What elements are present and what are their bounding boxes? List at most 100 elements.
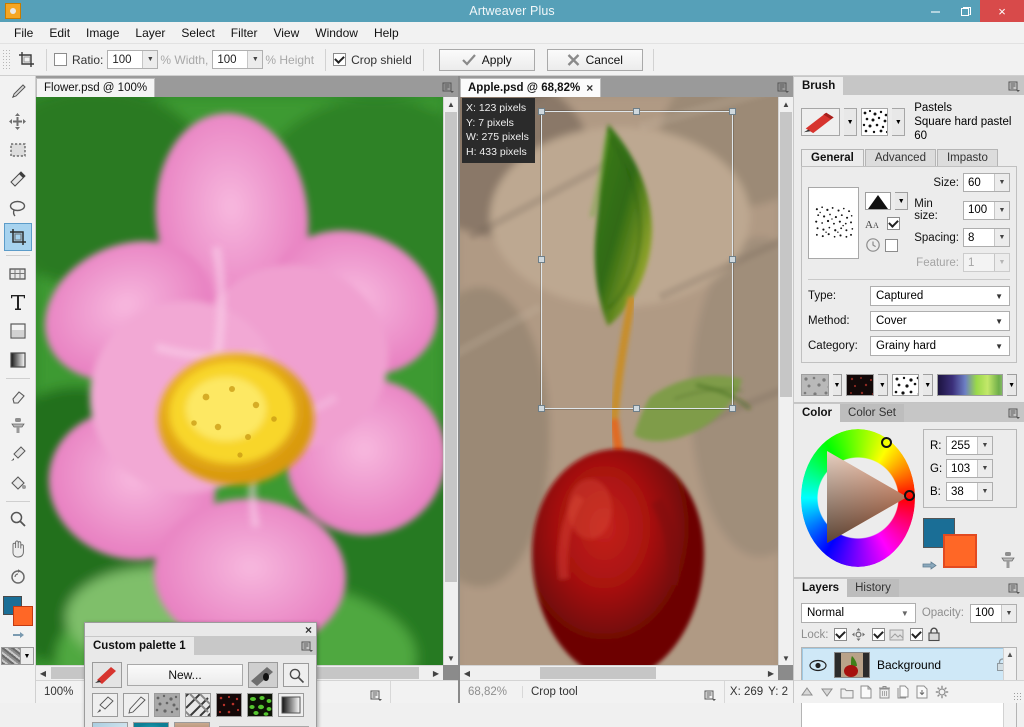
red-field[interactable]: ▼ <box>946 436 993 455</box>
opacity-input[interactable] <box>971 605 1001 622</box>
toolbox-item-move[interactable] <box>4 107 32 135</box>
size-field[interactable]: ▼ <box>963 173 1010 192</box>
menu-layer[interactable]: Layer <box>127 24 173 42</box>
move-down-icon[interactable] <box>820 686 834 698</box>
gradient-swatch[interactable] <box>937 374 1003 396</box>
subtab-general[interactable]: General <box>801 149 864 166</box>
fg-bg-swatches[interactable] <box>923 518 993 570</box>
subtab-impasto[interactable]: Impasto <box>937 149 998 166</box>
close-palette-icon[interactable]: × <box>305 624 312 636</box>
paper-texture-swatch[interactable] <box>248 662 278 688</box>
color-wheel[interactable] <box>801 429 915 567</box>
crop-handle-top-left[interactable] <box>538 108 545 115</box>
tab-color-set[interactable]: Color Set <box>840 404 904 422</box>
chevron-down-icon[interactable]: ▼ <box>142 51 157 68</box>
grain-texture-swatch[interactable] <box>154 693 180 717</box>
toolbox-item-lasso[interactable] <box>4 194 32 222</box>
grain-swatch[interactable] <box>892 374 920 396</box>
maximize-button[interactable] <box>950 0 980 22</box>
canvas-flower[interactable]: ▲ ▼ ◀ ▶ <box>36 97 458 680</box>
lock-transparency-checkbox[interactable] <box>834 628 847 641</box>
menu-select[interactable]: Select <box>173 24 222 42</box>
new-palette-button[interactable]: New... <box>127 664 243 686</box>
shape-chevron-down-icon[interactable]: ▼ <box>895 192 908 210</box>
dark-dots-texture-swatch[interactable] <box>216 693 242 717</box>
scroll-up-icon[interactable]: ▲ <box>779 97 793 111</box>
scroll-up-icon[interactable]: ▲ <box>1004 648 1016 659</box>
ratio-width-field[interactable]: ▼ <box>107 50 158 69</box>
subtab-advanced[interactable]: Advanced <box>865 149 936 166</box>
opacity-field[interactable]: ▼ <box>970 604 1017 623</box>
min-size-field[interactable]: ▼ <box>963 201 1010 220</box>
delete-layer-icon[interactable] <box>878 685 891 699</box>
ratio-height-field[interactable]: ▼ <box>212 50 263 69</box>
toolbox-item-text[interactable] <box>4 288 32 316</box>
size-input[interactable] <box>964 174 994 191</box>
foreground-color-swatch[interactable] <box>13 606 33 626</box>
layer-visibility-eye-icon[interactable] <box>809 659 827 672</box>
toolbox-item-rotate-view[interactable] <box>4 563 32 591</box>
chevron-down-icon[interactable]: ▼ <box>977 483 992 500</box>
toolbox-item-fill[interactable] <box>4 317 32 345</box>
category-dropdown[interactable]: Grainy hard ▼ <box>870 336 1010 356</box>
pattern-chevron-down-icon[interactable]: ▼ <box>878 374 888 396</box>
cancel-button[interactable]: Cancel <box>547 49 643 71</box>
close-button[interactable]: × <box>980 0 1024 22</box>
dark-pattern-swatch[interactable] <box>846 374 874 396</box>
toolbox-item-clone-stamp[interactable] <box>4 411 32 439</box>
duplicate-layer-icon[interactable] <box>897 685 910 699</box>
close-tab-icon[interactable]: × <box>586 81 593 95</box>
crop-handle-top-center[interactable] <box>633 108 640 115</box>
ratio-height-input[interactable] <box>213 51 247 68</box>
toolbox-item-hand[interactable] <box>4 534 32 562</box>
green-input[interactable] <box>947 460 977 477</box>
chevron-down-icon[interactable]: ▼ <box>1001 605 1016 622</box>
canvas-horizontal-scrollbar-right[interactable]: ◀ ▶ <box>460 665 778 680</box>
chevron-down-icon[interactable]: ▼ <box>994 174 1009 191</box>
apply-button[interactable]: Apply <box>439 49 535 71</box>
zoom-level-right[interactable]: 68,82% <box>460 686 522 698</box>
toolbox-item-magic-wand[interactable] <box>4 165 32 193</box>
menu-window[interactable]: Window <box>307 24 366 42</box>
red-input[interactable] <box>947 437 977 454</box>
document-tab-flower[interactable]: Flower.psd @ 100% <box>36 78 155 97</box>
scroll-down-icon[interactable]: ▼ <box>779 651 793 665</box>
lock-position-checkbox[interactable] <box>910 628 923 641</box>
palette-menu-icon[interactable] <box>301 641 313 653</box>
chevron-down-icon[interactable]: ▼ <box>21 647 34 665</box>
tab-menu-icon[interactable] <box>776 81 790 95</box>
foreground-color-swatch[interactable] <box>943 534 977 568</box>
gradient-bw-swatch[interactable] <box>278 693 304 717</box>
chevron-down-icon[interactable]: ▼ <box>977 460 992 477</box>
status-menu-icon[interactable] <box>370 690 382 702</box>
scroll-left-icon[interactable]: ◀ <box>460 666 474 680</box>
chevron-down-icon[interactable]: ▼ <box>247 51 262 68</box>
tab-layers[interactable]: Layers <box>794 579 847 597</box>
crop-handle-middle-left[interactable] <box>538 256 545 263</box>
chevron-down-icon[interactable]: ▼ <box>994 229 1009 246</box>
brush-dropdown-chevron-down-icon[interactable]: ▼ <box>844 108 857 136</box>
spacing-input[interactable] <box>964 229 994 246</box>
menu-filter[interactable]: Filter <box>223 24 266 42</box>
brush-preview[interactable] <box>801 108 840 136</box>
toolbox-item-paintbrush[interactable] <box>4 78 32 106</box>
crop-handle-middle-right[interactable] <box>729 256 736 263</box>
green-leaf-texture-swatch[interactable] <box>247 693 273 717</box>
scroll-right-icon[interactable]: ▶ <box>429 666 443 680</box>
swap-colors-icon[interactable] <box>921 558 937 572</box>
method-dropdown[interactable]: Cover ▼ <box>870 311 1010 331</box>
ratio-width-input[interactable] <box>108 51 142 68</box>
min-size-checkbox[interactable] <box>887 217 900 230</box>
hue-ring-marker[interactable] <box>881 437 892 448</box>
crop-handle-bottom-center[interactable] <box>633 405 640 412</box>
canvas-vertical-scrollbar-right[interactable]: ▲ ▼ <box>778 97 793 665</box>
gradient-brown-swatch[interactable] <box>174 722 210 727</box>
toolbox-item-eyedropper[interactable] <box>4 440 32 468</box>
menu-view[interactable]: View <box>265 24 307 42</box>
new-group-icon[interactable] <box>840 686 854 699</box>
scroll-left-icon[interactable]: ◀ <box>36 666 50 680</box>
brush-preview-swatch[interactable] <box>92 662 122 688</box>
panel-menu-icon[interactable] <box>1008 408 1020 420</box>
grain-chevron-down-icon[interactable]: ▼ <box>923 374 933 396</box>
toolbox-item-perspective[interactable] <box>4 259 32 287</box>
